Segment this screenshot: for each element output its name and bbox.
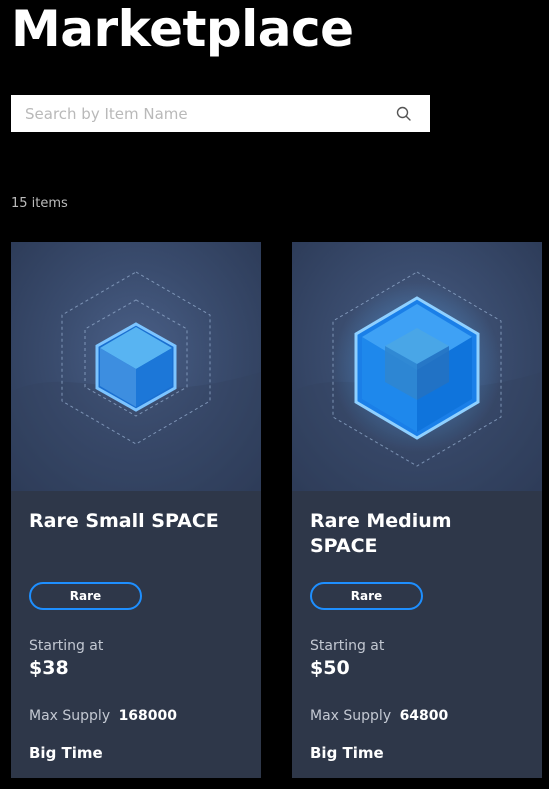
max-supply-label: Max Supply (29, 708, 111, 724)
item-price: $38 (29, 657, 69, 679)
rarity-badge: Rare (310, 582, 423, 610)
search-input[interactable] (11, 95, 381, 132)
search-icon[interactable] (396, 106, 412, 122)
max-supply-label: Max Supply (310, 708, 392, 724)
max-supply-row: Max Supply 168000 (29, 708, 177, 724)
search-bar (11, 95, 430, 132)
starting-at-label: Starting at (310, 638, 385, 654)
item-name[interactable]: Rare Small SPACE (29, 509, 244, 534)
item-price: $50 (310, 657, 350, 679)
item-card[interactable]: Rare Medium SPACE Rare Starting at $50 M… (292, 242, 542, 778)
item-name[interactable]: Rare Medium SPACE (310, 509, 525, 559)
item-card[interactable]: Rare Small SPACE Rare Starting at $38 Ma… (11, 242, 261, 778)
page-title: Marketplace (11, 0, 354, 58)
max-supply-value: 168000 (118, 708, 178, 724)
max-supply-value: 64800 (399, 708, 449, 724)
item-image (11, 242, 261, 491)
item-image (292, 242, 542, 491)
item-publisher: Big Time (310, 744, 384, 762)
item-count: 15 items (11, 196, 68, 211)
rarity-badge: Rare (29, 582, 142, 610)
item-publisher: Big Time (29, 744, 103, 762)
starting-at-label: Starting at (29, 638, 104, 654)
max-supply-row: Max Supply 64800 (310, 708, 448, 724)
